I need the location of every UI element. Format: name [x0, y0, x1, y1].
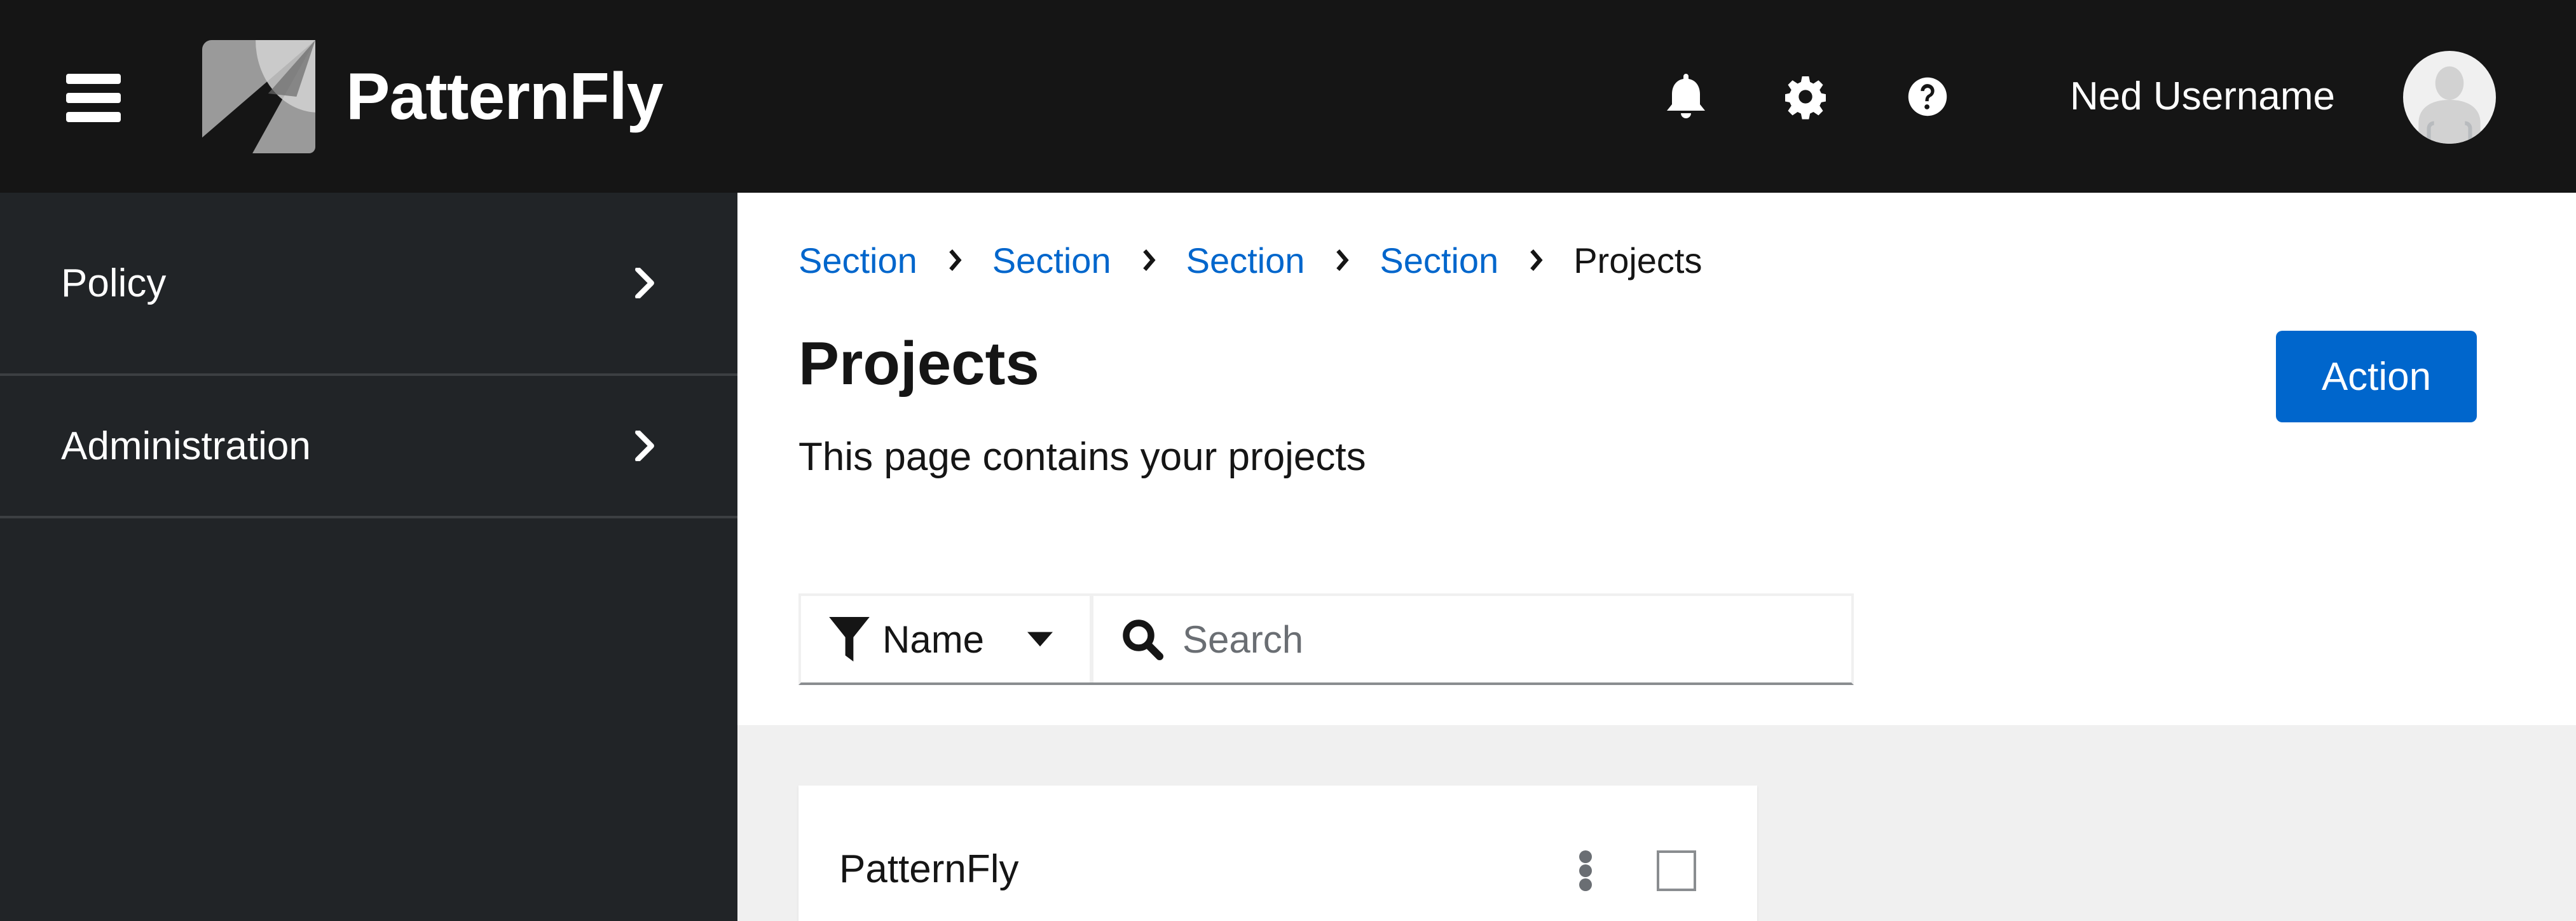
search-field	[1093, 596, 1851, 682]
chevron-right-icon	[635, 431, 654, 461]
card-select-checkbox[interactable]	[1657, 850, 1696, 891]
search-icon	[1123, 620, 1163, 660]
search-input[interactable]	[1182, 596, 1818, 682]
breadcrumb: Section Section Section Section Projects	[798, 235, 1702, 286]
breadcrumb-link[interactable]: Section	[1186, 240, 1305, 281]
user-avatar-icon	[2418, 66, 2481, 144]
chevron-right-icon	[1142, 249, 1156, 271]
bell-icon[interactable]	[1666, 74, 1706, 120]
chevron-right-icon	[1530, 249, 1543, 271]
gear-icon[interactable]	[1784, 74, 1827, 120]
brand[interactable]: PatternFly	[202, 39, 664, 154]
avatar[interactable]	[2403, 51, 2496, 144]
caret-down-icon	[1027, 632, 1053, 647]
filter-icon	[829, 617, 870, 661]
breadcrumb-link[interactable]: Section	[992, 240, 1111, 281]
page-header-section: Section Section Section Section Projects…	[737, 193, 2576, 725]
patternfly-logo-icon	[202, 40, 315, 153]
question-circle-icon[interactable]	[1907, 74, 1948, 120]
card-title: PatternFly	[839, 847, 1019, 891]
page-description: This page contains your projects	[798, 435, 1366, 479]
sidebar-nav: Policy Administration	[0, 193, 737, 921]
breadcrumb-current: Projects	[1573, 240, 1702, 280]
user-dropdown[interactable]: Ned Username	[2070, 71, 2335, 122]
chevron-right-icon	[1336, 249, 1349, 271]
sidebar-item-label: Policy	[61, 261, 167, 305]
breadcrumb-link[interactable]: Section	[1380, 240, 1498, 281]
hamburger-menu-icon[interactable]	[66, 71, 121, 122]
filter-attribute-select[interactable]: Name	[801, 596, 1093, 682]
project-card[interactable]: PatternFly	[798, 786, 1757, 921]
page-title: Projects	[798, 329, 1039, 398]
filter-attribute-label: Name	[882, 618, 985, 661]
chevron-right-icon	[635, 268, 654, 298]
brand-name: PatternFly	[346, 59, 664, 134]
sidebar-item-administration[interactable]: Administration	[0, 376, 737, 518]
sidebar-item-policy[interactable]: Policy	[0, 193, 737, 376]
breadcrumb-link[interactable]: Section	[798, 240, 917, 281]
chevron-right-icon	[949, 249, 962, 271]
action-button[interactable]: Action	[2276, 331, 2477, 422]
filter-toolbar: Name	[798, 593, 1854, 685]
kebab-menu-icon[interactable]	[1574, 850, 1600, 891]
masthead: PatternFly Ned Username	[0, 0, 2576, 193]
sidebar-item-label: Administration	[61, 424, 311, 468]
